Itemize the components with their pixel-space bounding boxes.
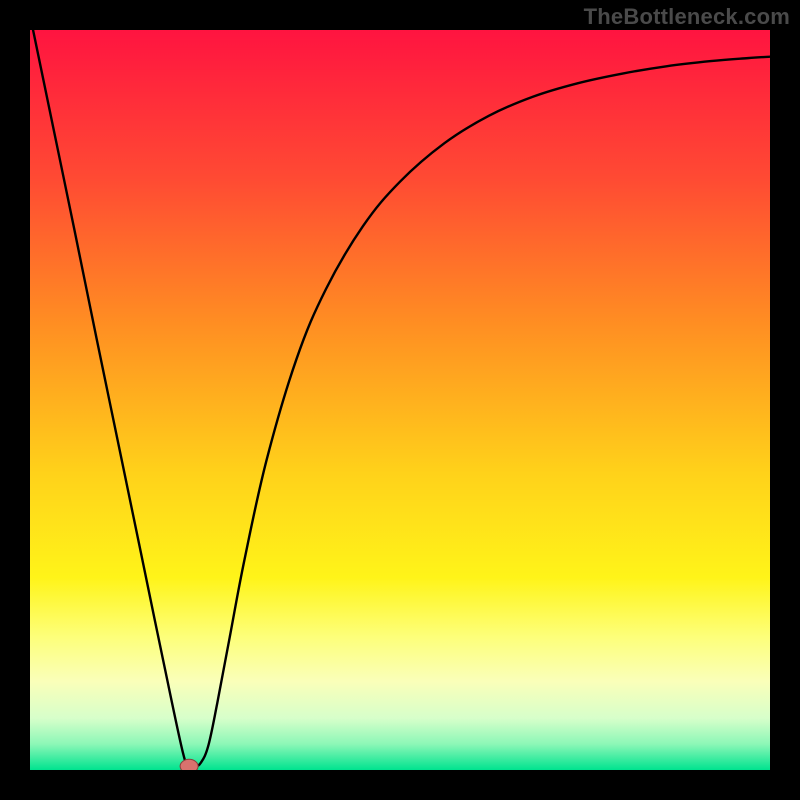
bottleneck-chart [30,30,770,770]
optimal-point-marker [180,759,198,770]
watermark-text: TheBottleneck.com [584,4,790,30]
chart-frame: TheBottleneck.com [0,0,800,800]
plot-background [30,30,770,770]
